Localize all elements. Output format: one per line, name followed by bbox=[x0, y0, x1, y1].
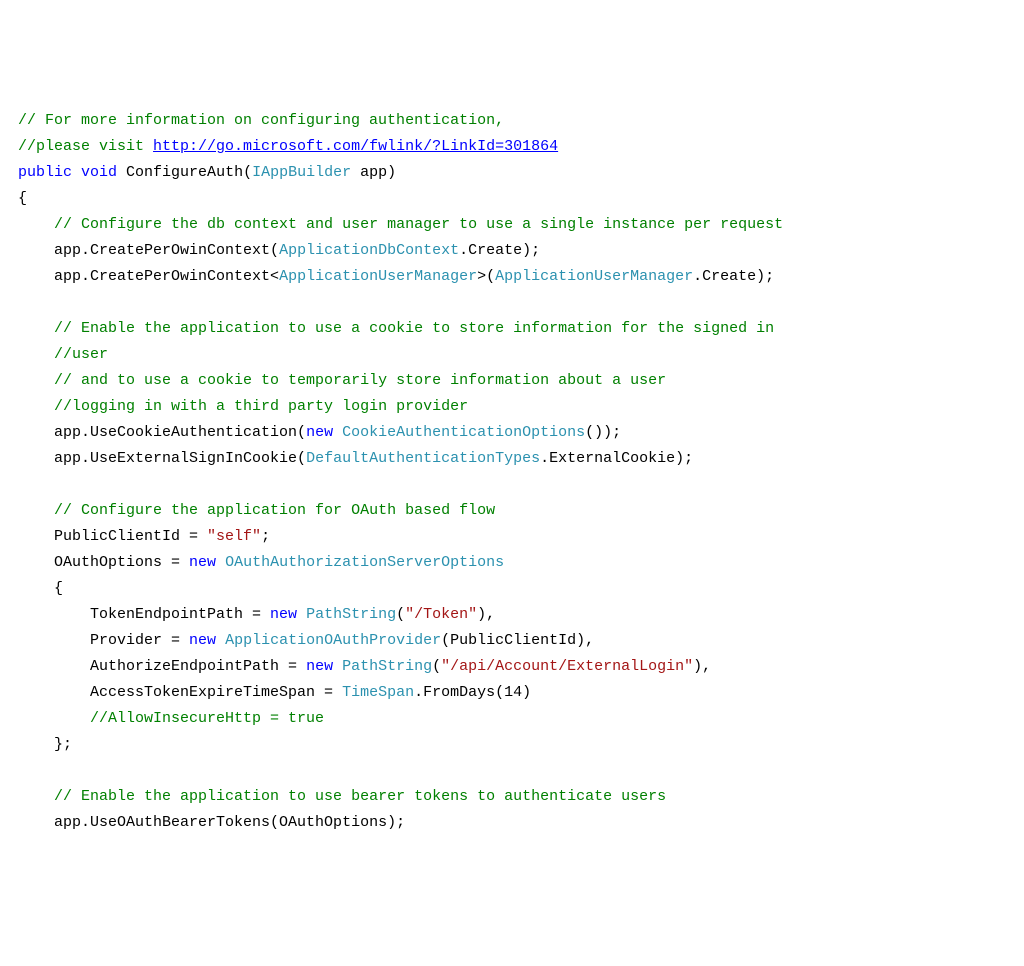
assign: PublicClientId = bbox=[54, 528, 207, 545]
comma: ), bbox=[693, 658, 711, 675]
comment-line: // Configure the application for OAuth b… bbox=[54, 502, 495, 519]
call-end: .FromDays(14) bbox=[414, 684, 531, 701]
type-aum: ApplicationUserManager bbox=[495, 268, 693, 285]
assign: AccessTokenExpireTimeSpan = bbox=[90, 684, 342, 701]
comment-line: // and to use a cookie to temporarily st… bbox=[54, 372, 675, 389]
indent bbox=[18, 346, 54, 363]
type-pathstring: PathString bbox=[342, 658, 432, 675]
comment-line: //AllowInsecureHttp = true bbox=[90, 710, 324, 727]
open-brace: { bbox=[18, 190, 27, 207]
param-app: app) bbox=[351, 164, 396, 181]
call: app.UseExternalSignInCookie( bbox=[54, 450, 306, 467]
call: app.UseOAuthBearerTokens(OAuthOptions); bbox=[54, 814, 405, 831]
paren: ( bbox=[396, 606, 405, 623]
doc-link[interactable]: http://go.microsoft.com/fwlink/?LinkId=3… bbox=[153, 138, 558, 155]
string-extlogin: "/api/Account/ExternalLogin" bbox=[441, 658, 693, 675]
indent bbox=[18, 710, 90, 727]
keyword-new: new bbox=[306, 424, 333, 441]
comment-line: // Enable the application to use a cooki… bbox=[54, 320, 783, 337]
comment-line: //user bbox=[54, 346, 108, 363]
type-appdbcontext: ApplicationDbContext bbox=[279, 242, 459, 259]
string-token: "/Token" bbox=[405, 606, 477, 623]
indent bbox=[18, 788, 54, 805]
comment-line: // Configure the db context and user man… bbox=[54, 216, 783, 233]
keyword-new: new bbox=[189, 554, 216, 571]
indent bbox=[18, 424, 54, 441]
code-block: // For more information on configuring a… bbox=[18, 108, 1024, 836]
indent bbox=[18, 606, 90, 623]
keyword-new: new bbox=[270, 606, 297, 623]
args: (PublicClientId), bbox=[441, 632, 594, 649]
type-pathstring: PathString bbox=[306, 606, 396, 623]
indent bbox=[18, 580, 54, 597]
type-iappbuilder: IAppBuilder bbox=[252, 164, 351, 181]
call-end: .ExternalCookie); bbox=[540, 450, 693, 467]
comma: ), bbox=[477, 606, 495, 623]
type-dat: DefaultAuthenticationTypes bbox=[306, 450, 540, 467]
indent bbox=[18, 736, 54, 753]
indent bbox=[18, 320, 54, 337]
type-cao: CookieAuthenticationOptions bbox=[342, 424, 585, 441]
comment-line: //please visit http://go.microsoft.com/f… bbox=[18, 138, 558, 155]
close-brace: }; bbox=[54, 736, 72, 753]
type-timespan: TimeSpan bbox=[342, 684, 414, 701]
keyword-new: new bbox=[189, 632, 216, 649]
type-aop: ApplicationOAuthProvider bbox=[225, 632, 441, 649]
indent bbox=[18, 268, 54, 285]
indent bbox=[18, 528, 54, 545]
keyword-new: new bbox=[306, 658, 333, 675]
keyword-void: void bbox=[81, 164, 117, 181]
assign: Provider = bbox=[90, 632, 189, 649]
call-end: ()); bbox=[585, 424, 621, 441]
call: app.CreatePerOwinContext< bbox=[54, 268, 279, 285]
indent bbox=[18, 242, 54, 259]
method-name: ConfigureAuth( bbox=[117, 164, 252, 181]
gen-close: >( bbox=[477, 268, 495, 285]
comment-line: // For more information on configuring a… bbox=[18, 112, 513, 129]
indent bbox=[18, 398, 54, 415]
paren: ( bbox=[432, 658, 441, 675]
call: app.CreatePerOwinContext( bbox=[54, 242, 279, 259]
open-brace: { bbox=[54, 580, 63, 597]
call-end: .Create); bbox=[459, 242, 540, 259]
keyword-public: public bbox=[18, 164, 72, 181]
type-aum: ApplicationUserManager bbox=[279, 268, 477, 285]
call: app.UseCookieAuthentication( bbox=[54, 424, 306, 441]
assign: TokenEndpointPath = bbox=[90, 606, 270, 623]
semicolon: ; bbox=[261, 528, 270, 545]
indent bbox=[18, 658, 90, 675]
indent bbox=[18, 632, 90, 649]
indent bbox=[18, 684, 90, 701]
indent bbox=[18, 216, 54, 233]
assign: OAuthOptions = bbox=[54, 554, 189, 571]
indent bbox=[18, 372, 54, 389]
comment-line: // Enable the application to use bearer … bbox=[54, 788, 666, 805]
string-self: "self" bbox=[207, 528, 261, 545]
assign: AuthorizeEndpointPath = bbox=[90, 658, 306, 675]
comment-line: //logging in with a third party login pr… bbox=[54, 398, 468, 415]
indent bbox=[18, 554, 54, 571]
indent bbox=[18, 502, 54, 519]
indent bbox=[18, 450, 54, 467]
indent bbox=[18, 814, 54, 831]
call-end: .Create); bbox=[693, 268, 774, 285]
type-oaso: OAuthAuthorizationServerOptions bbox=[225, 554, 504, 571]
